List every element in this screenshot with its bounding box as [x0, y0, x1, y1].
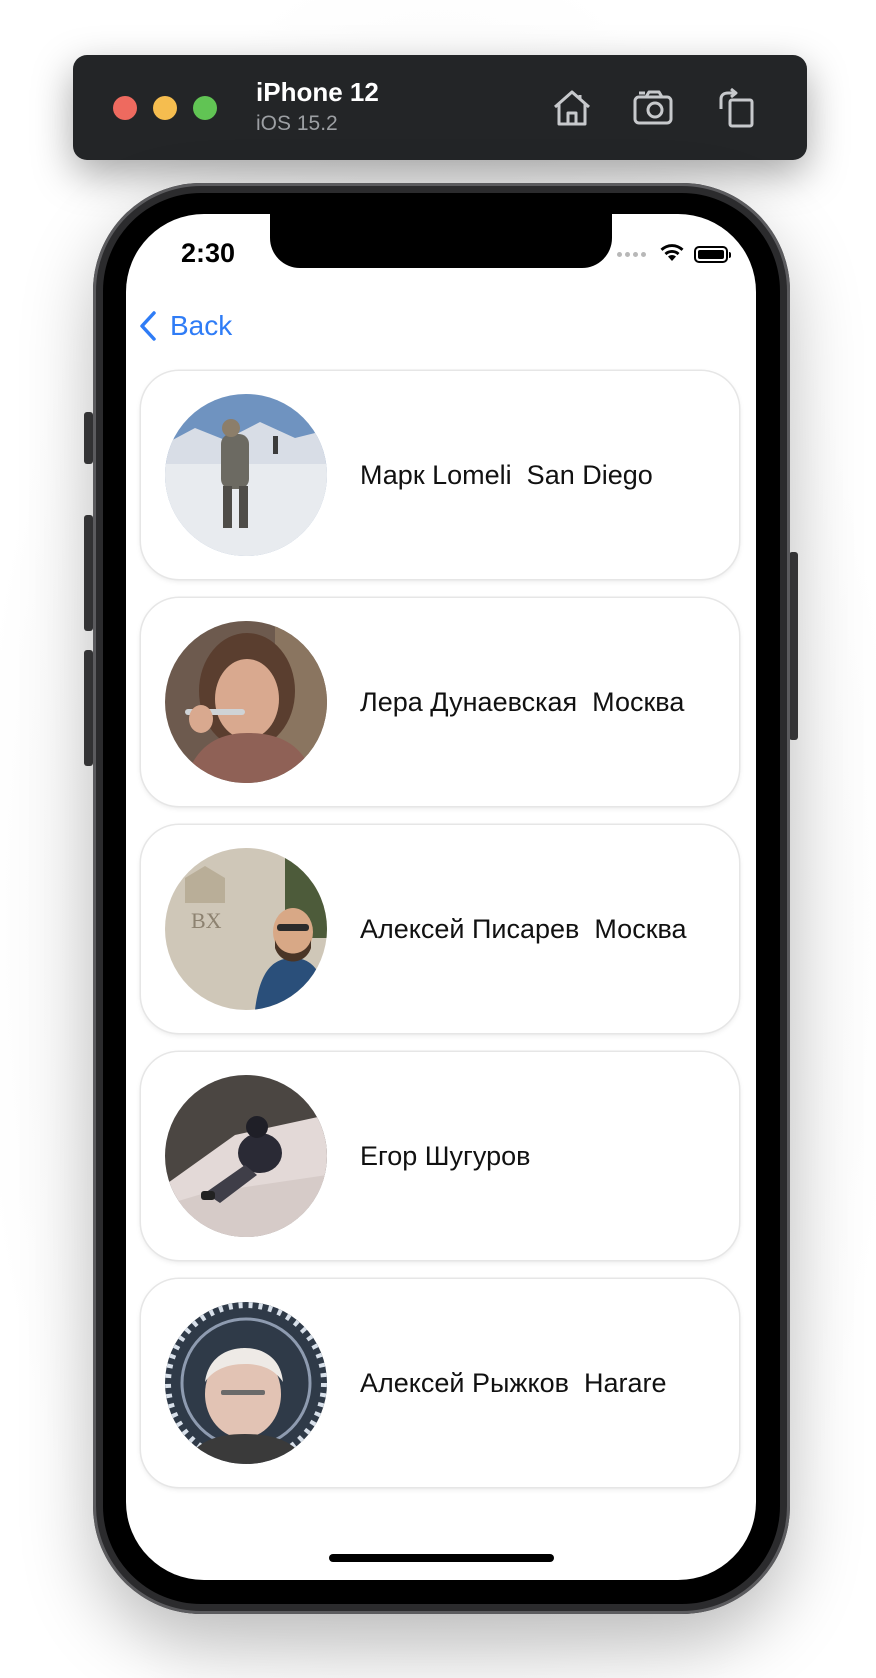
- person-card[interactable]: BX Алексей Писарев Москва: [141, 825, 739, 1033]
- notch: [270, 214, 612, 268]
- volume-down-button: [84, 650, 93, 766]
- person-label: Марк Lomeli San Diego: [360, 459, 653, 490]
- cellular-signal-icon: [617, 251, 646, 257]
- battery-icon: [694, 245, 731, 263]
- svg-text:BX: BX: [191, 908, 222, 933]
- person-card[interactable]: Алексей Рыжков Harare: [141, 1279, 739, 1487]
- back-button[interactable]: Back: [138, 310, 232, 342]
- status-time: 2:30: [181, 238, 236, 268]
- avatar: [165, 394, 327, 556]
- simulator-stage: iPhone 12 iOS 15.2 2:30 Back Марк Lomeli…: [0, 0, 876, 1678]
- person-card[interactable]: Лера Дунаевская Москва: [141, 598, 739, 806]
- wifi-icon: [659, 242, 685, 267]
- rotate-icon[interactable]: [713, 85, 759, 131]
- avatar: [165, 621, 327, 783]
- avatar: BX: [165, 848, 327, 1010]
- silent-switch: [84, 412, 93, 464]
- person-label: Лера Дунаевская Москва: [360, 686, 685, 717]
- people-list: Марк Lomeli San Diego Лера Дунаевская Мо…: [141, 371, 739, 1506]
- person-label: Егор Шугуров: [360, 1140, 531, 1171]
- minimize-window-button[interactable]: [153, 96, 177, 120]
- device-name: iPhone 12: [256, 77, 379, 107]
- person-label: Алексей Рыжков Harare: [360, 1367, 667, 1398]
- power-button: [789, 552, 798, 740]
- home-indicator: [329, 1554, 554, 1562]
- avatar: [165, 1302, 327, 1464]
- zoom-window-button[interactable]: [193, 96, 217, 120]
- avatar: [165, 1075, 327, 1237]
- close-window-button[interactable]: [113, 96, 137, 120]
- back-label: Back: [170, 310, 233, 341]
- person-card[interactable]: Марк Lomeli San Diego: [141, 371, 739, 579]
- person-label: Алексей Писарев Москва: [360, 913, 687, 944]
- chevron-left-icon: [140, 311, 156, 341]
- home-icon[interactable]: [549, 85, 595, 131]
- person-card[interactable]: Егор Шугуров: [141, 1052, 739, 1260]
- phone-screen: 2:30 Back Марк Lomeli San Diego Лера Дун…: [126, 214, 756, 1580]
- simulator-toolbar: iPhone 12 iOS 15.2: [73, 55, 807, 160]
- screenshot-icon[interactable]: [631, 85, 677, 131]
- os-version: iOS 15.2: [256, 112, 338, 135]
- status-icons: [617, 242, 731, 267]
- volume-up-button: [84, 515, 93, 631]
